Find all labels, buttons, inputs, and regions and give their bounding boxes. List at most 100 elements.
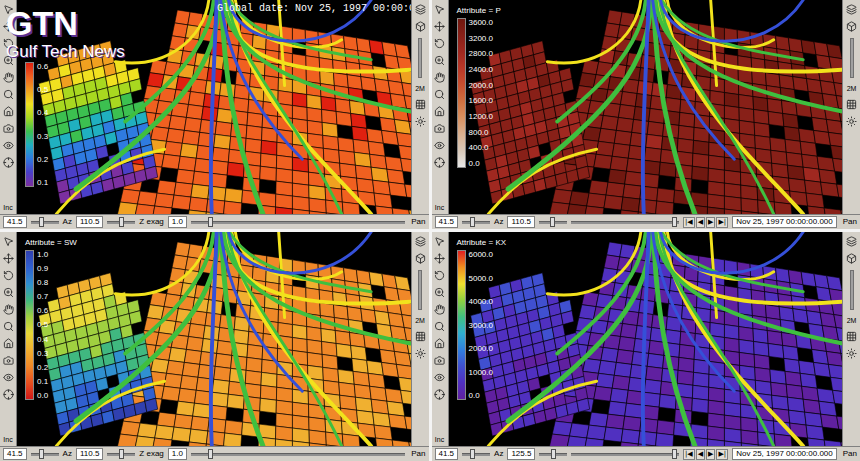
search-icon[interactable] [3, 321, 14, 332]
home-icon[interactable] [3, 106, 14, 117]
camera-icon[interactable] [3, 123, 14, 134]
home-icon[interactable] [3, 338, 14, 349]
viewport[interactable]: Attribute = KX6000.05000.04000.03000.020… [449, 232, 843, 446]
az-field[interactable]: 110.5 [507, 216, 534, 228]
rotate-icon[interactable] [434, 38, 445, 49]
az-slider[interactable] [539, 449, 567, 459]
slider-thumb[interactable] [119, 449, 124, 459]
slider-thumb[interactable] [39, 449, 44, 459]
slider-thumb[interactable] [208, 217, 213, 227]
camera-icon[interactable] [434, 355, 445, 366]
az-field[interactable]: 125.5 [507, 448, 535, 460]
playback-button[interactable]: ▶| [716, 217, 728, 228]
inc-field[interactable]: 41.5 [3, 448, 27, 460]
reservoir-scene[interactable] [449, 232, 843, 446]
grid-icon[interactable] [415, 331, 426, 342]
inc-slider[interactable] [462, 217, 490, 227]
az-slider[interactable] [107, 449, 135, 459]
pointer-icon[interactable] [434, 4, 445, 15]
eye-icon[interactable] [434, 140, 445, 151]
slider-thumb[interactable] [672, 449, 677, 459]
slider-thumb[interactable] [550, 217, 555, 227]
exag-field[interactable]: 1.0 [168, 448, 187, 460]
zoom-icon[interactable] [3, 287, 14, 298]
search-icon[interactable] [434, 321, 445, 332]
zoom-slider[interactable] [418, 270, 422, 310]
inc-field[interactable]: 41.5 [435, 448, 459, 460]
time-field[interactable]: Nov 25, 1997 00:00:00.000 [732, 448, 837, 460]
playback-button[interactable]: |◀ [683, 449, 695, 460]
slider-thumb[interactable] [470, 449, 475, 459]
eye-icon[interactable] [3, 372, 14, 383]
eye-icon[interactable] [434, 372, 445, 383]
home-icon[interactable] [434, 106, 445, 117]
search-icon[interactable] [3, 89, 14, 100]
move-icon[interactable] [434, 253, 445, 264]
pan-label[interactable]: Pan [411, 449, 425, 459]
slider-thumb[interactable] [470, 217, 475, 227]
time-field[interactable]: Nov 25, 1997 00:00:00.000 [732, 216, 837, 228]
hand-icon[interactable] [3, 72, 14, 83]
rotate-icon[interactable] [434, 270, 445, 281]
layers-icon[interactable] [415, 236, 426, 247]
camera-icon[interactable] [3, 355, 14, 366]
time-slider[interactable] [571, 449, 679, 459]
inc-field[interactable]: 41.5 [435, 216, 459, 228]
grid-icon[interactable] [415, 99, 426, 110]
slider-thumb[interactable] [39, 217, 44, 227]
slider-thumb[interactable] [208, 449, 213, 459]
eye-icon[interactable] [3, 140, 14, 151]
box-icon[interactable] [846, 21, 857, 32]
reservoir-scene[interactable] [449, 0, 843, 214]
light-icon[interactable] [415, 116, 426, 127]
grid-icon[interactable] [846, 99, 857, 110]
crosshair-icon[interactable] [3, 389, 14, 400]
camera-icon[interactable] [434, 123, 445, 134]
az-slider[interactable] [539, 217, 567, 227]
viewport[interactable]: Attribute = SW1.00.90.80.70.60.50.40.30.… [17, 232, 411, 446]
search-icon[interactable] [434, 89, 445, 100]
box-icon[interactable] [415, 21, 426, 32]
zoom-slider[interactable] [850, 38, 854, 78]
crosshair-icon[interactable] [434, 389, 445, 400]
hand-icon[interactable] [434, 72, 445, 83]
pan-label[interactable]: Pan [843, 217, 857, 227]
playback-button[interactable]: |◀ [683, 217, 695, 228]
slider-thumb[interactable] [119, 217, 124, 227]
playback-button[interactable]: ▶| [716, 449, 728, 460]
layers-icon[interactable] [846, 4, 857, 15]
az-slider[interactable] [107, 217, 135, 227]
inc-field[interactable]: 41.5 [3, 216, 27, 228]
inc-slider[interactable] [462, 449, 490, 459]
time-slider[interactable] [571, 217, 679, 227]
inc-slider[interactable] [31, 217, 59, 227]
crosshair-icon[interactable] [434, 157, 445, 168]
hand-icon[interactable] [434, 304, 445, 315]
pan-label[interactable]: Pan [843, 449, 857, 459]
exag-field[interactable]: 1.0 [168, 216, 187, 228]
layers-icon[interactable] [846, 236, 857, 247]
slider-thumb[interactable] [672, 217, 677, 227]
box-icon[interactable] [415, 253, 426, 264]
box-icon[interactable] [846, 253, 857, 264]
exag-slider[interactable] [191, 217, 405, 227]
az-field[interactable]: 110.5 [76, 448, 103, 460]
playback-button[interactable]: ▶ [706, 217, 715, 228]
pointer-icon[interactable] [434, 236, 445, 247]
playback-button[interactable]: ◀ [696, 449, 705, 460]
grid-icon[interactable] [846, 331, 857, 342]
reservoir-scene[interactable] [17, 232, 411, 446]
layers-icon[interactable] [415, 4, 426, 15]
slider-thumb[interactable] [551, 449, 556, 459]
zoom-icon[interactable] [434, 287, 445, 298]
az-field[interactable]: 110.5 [76, 216, 103, 228]
light-icon[interactable] [415, 348, 426, 359]
pointer-icon[interactable] [3, 236, 14, 247]
playback-button[interactable]: ▶ [706, 449, 715, 460]
crosshair-icon[interactable] [3, 157, 14, 168]
hand-icon[interactable] [3, 304, 14, 315]
move-icon[interactable] [3, 253, 14, 264]
viewport[interactable]: Attribute = P3600.03200.02800.02400.0200… [449, 0, 843, 214]
zoom-slider[interactable] [418, 38, 422, 78]
home-icon[interactable] [434, 338, 445, 349]
